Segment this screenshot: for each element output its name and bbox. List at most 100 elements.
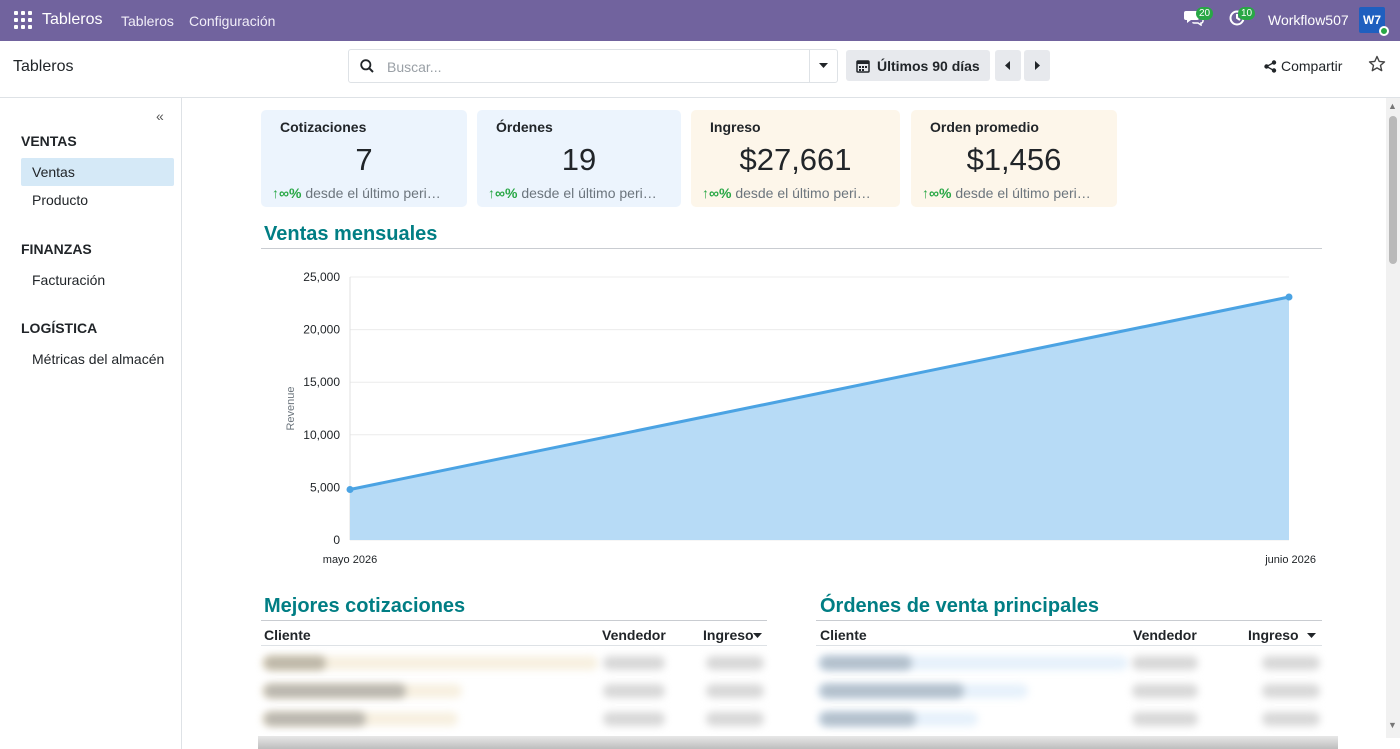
table-header-divider — [816, 645, 1322, 646]
kpi-value: 19 — [561, 142, 597, 177]
chart-data-point — [1285, 293, 1293, 301]
date-filter-button[interactable]: Últimos 90 días — [846, 50, 990, 81]
share-icon — [1264, 59, 1277, 73]
avatar[interactable]: W7 — [1359, 7, 1389, 36]
column-header-cliente[interactable]: Cliente — [264, 627, 311, 643]
table-header-divider — [261, 645, 767, 646]
kpi-title: Cotizaciones — [280, 119, 367, 135]
favorite-star-icon[interactable] — [1368, 55, 1386, 73]
kpi-trend-value: ∞% — [709, 185, 732, 201]
sidebar-item-facturacion[interactable]: Facturación — [21, 266, 174, 294]
table-row-seller — [603, 712, 665, 726]
calendar-icon — [856, 59, 870, 73]
sidebar-item-producto[interactable]: Producto — [21, 186, 174, 214]
next-period-button[interactable] — [1024, 50, 1050, 81]
menu-configuracion[interactable]: Configuración — [189, 13, 275, 29]
table-row-client — [264, 684, 406, 698]
chart-y-axis-label: Revenue — [285, 386, 297, 430]
chart-data-point — [346, 486, 354, 494]
scrollbar-thumb[interactable] — [1389, 116, 1397, 264]
kpi-trend: ↑∞% desde el último peri… — [272, 185, 441, 201]
dashboard-sidebar: « VENTAS Ventas Producto FINANZAS Factur… — [0, 98, 182, 749]
section-title-mejores-cotizaciones: Mejores cotizaciones — [264, 595, 466, 617]
column-header-vendedor[interactable]: Vendedor — [602, 627, 666, 643]
kpi-trend-text: desde el último peri… — [735, 185, 871, 201]
chart-y-tick-label: 0 — [333, 533, 340, 547]
kpi-trend-text: desde el último peri… — [521, 185, 657, 201]
kpi-title: Órdenes — [496, 119, 553, 135]
scroll-down-arrow-icon[interactable]: ▼ — [1388, 720, 1397, 730]
search-bar — [348, 49, 838, 83]
sidebar-group-finanzas: FINANZAS — [21, 241, 92, 257]
messages-badge: 20 — [1196, 7, 1214, 20]
kpi-trend-value: ∞% — [279, 185, 302, 201]
table-row-revenue — [706, 684, 764, 698]
online-status-dot — [1379, 26, 1389, 36]
table-row-client — [264, 656, 326, 670]
table-row-revenue — [1262, 656, 1320, 670]
table-row-client — [820, 656, 912, 670]
monthly-sales-chart: 0 5,000 10,000 15,000 20,000 25,000 mayo 2026 j… — [285, 270, 1316, 566]
kpi-card-ordenes[interactable]: Órdenes 19 ↑∞% desde el último peri… — [477, 110, 681, 207]
kpi-card-orden-promedio[interactable]: Orden promedio $1,456 ↑∞% desde el últim… — [911, 110, 1117, 207]
activities-badge: 10 — [1238, 7, 1256, 20]
share-button[interactable]: Compartir — [1264, 58, 1342, 74]
caret-left-icon — [1005, 61, 1010, 70]
messages-button[interactable]: 20 — [1184, 7, 1214, 26]
chart-y-tick-label: 25,000 — [303, 270, 340, 284]
sort-desc-icon[interactable] — [1307, 633, 1316, 638]
share-label: Compartir — [1281, 58, 1343, 74]
table-row-seller — [1132, 656, 1198, 670]
sidebar-group-ventas: VENTAS — [21, 133, 77, 149]
column-header-ingreso[interactable]: Ingreso — [1248, 627, 1299, 643]
caret-right-icon — [1035, 61, 1040, 70]
sidebar-item-ventas[interactable]: Ventas — [21, 158, 174, 186]
kpi-card-ingreso[interactable]: Ingreso $27,661 ↑∞% desde el último peri… — [691, 110, 900, 207]
section-title-ventas-mensuales: Ventas mensuales — [264, 223, 438, 245]
table-row-seller — [1132, 712, 1198, 726]
table-row-client — [820, 712, 916, 726]
kpi-value: 7 — [355, 142, 373, 177]
chart-y-tick-label: 20,000 — [303, 323, 340, 337]
menu-tableros[interactable]: Tableros — [121, 13, 174, 29]
chart-area-fill — [350, 296, 1289, 540]
table-row-revenue — [1262, 684, 1320, 698]
column-header-ingreso[interactable]: Ingreso — [703, 627, 753, 643]
control-panel: Tableros Últimos 90 días Compartir — [0, 41, 1400, 98]
top-navbar: Tableros Tableros Configuración 20 10 Wo… — [0, 0, 1400, 41]
arrow-up-icon: ↑ — [272, 185, 279, 201]
table-row-seller — [603, 684, 665, 698]
arrow-up-icon: ↑ — [702, 185, 709, 201]
activities-button[interactable]: 10 — [1228, 7, 1256, 26]
apps-menu-icon[interactable] — [14, 11, 32, 29]
collapse-sidebar-icon[interactable]: « — [156, 108, 164, 124]
search-icon — [360, 59, 374, 73]
section-divider — [261, 248, 1322, 249]
column-header-cliente[interactable]: Cliente — [820, 627, 867, 643]
table-row-revenue — [1262, 712, 1320, 726]
sidebar-item-metricas-almacen[interactable]: Métricas del almacén — [21, 345, 174, 373]
scroll-up-arrow-icon[interactable]: ▲ — [1388, 101, 1397, 111]
kpi-trend-text: desde el último peri… — [305, 185, 441, 201]
arrow-up-icon: ↑ — [922, 185, 929, 201]
sort-desc-icon[interactable] — [753, 633, 762, 638]
search-input[interactable] — [387, 56, 797, 78]
table-row-client — [820, 684, 964, 698]
chart-y-tick-label: 5,000 — [310, 480, 340, 494]
kpi-title: Ingreso — [710, 119, 761, 135]
kpi-card-cotizaciones[interactable]: Cotizaciones 7 ↑∞% desde el último peri… — [261, 110, 467, 207]
app-name[interactable]: Tableros — [42, 11, 102, 29]
page-bottom-shadow — [258, 736, 1338, 749]
user-name[interactable]: Workflow507 — [1268, 12, 1349, 28]
previous-period-button[interactable] — [995, 50, 1021, 81]
column-header-vendedor[interactable]: Vendedor — [1133, 627, 1197, 643]
arrow-up-icon: ↑ — [488, 185, 495, 201]
kpi-trend: ↑∞% desde el último peri… — [488, 185, 657, 201]
kpi-value: $1,456 — [966, 142, 1062, 177]
chart-y-tick-label: 15,000 — [303, 375, 340, 389]
kpi-trend-value: ∞% — [495, 185, 518, 201]
kpi-trend: ↑∞% desde el último peri… — [702, 185, 871, 201]
search-options-toggle[interactable] — [809, 50, 837, 82]
kpi-trend: ↑∞% desde el último peri… — [922, 185, 1091, 201]
section-divider — [816, 620, 1322, 621]
